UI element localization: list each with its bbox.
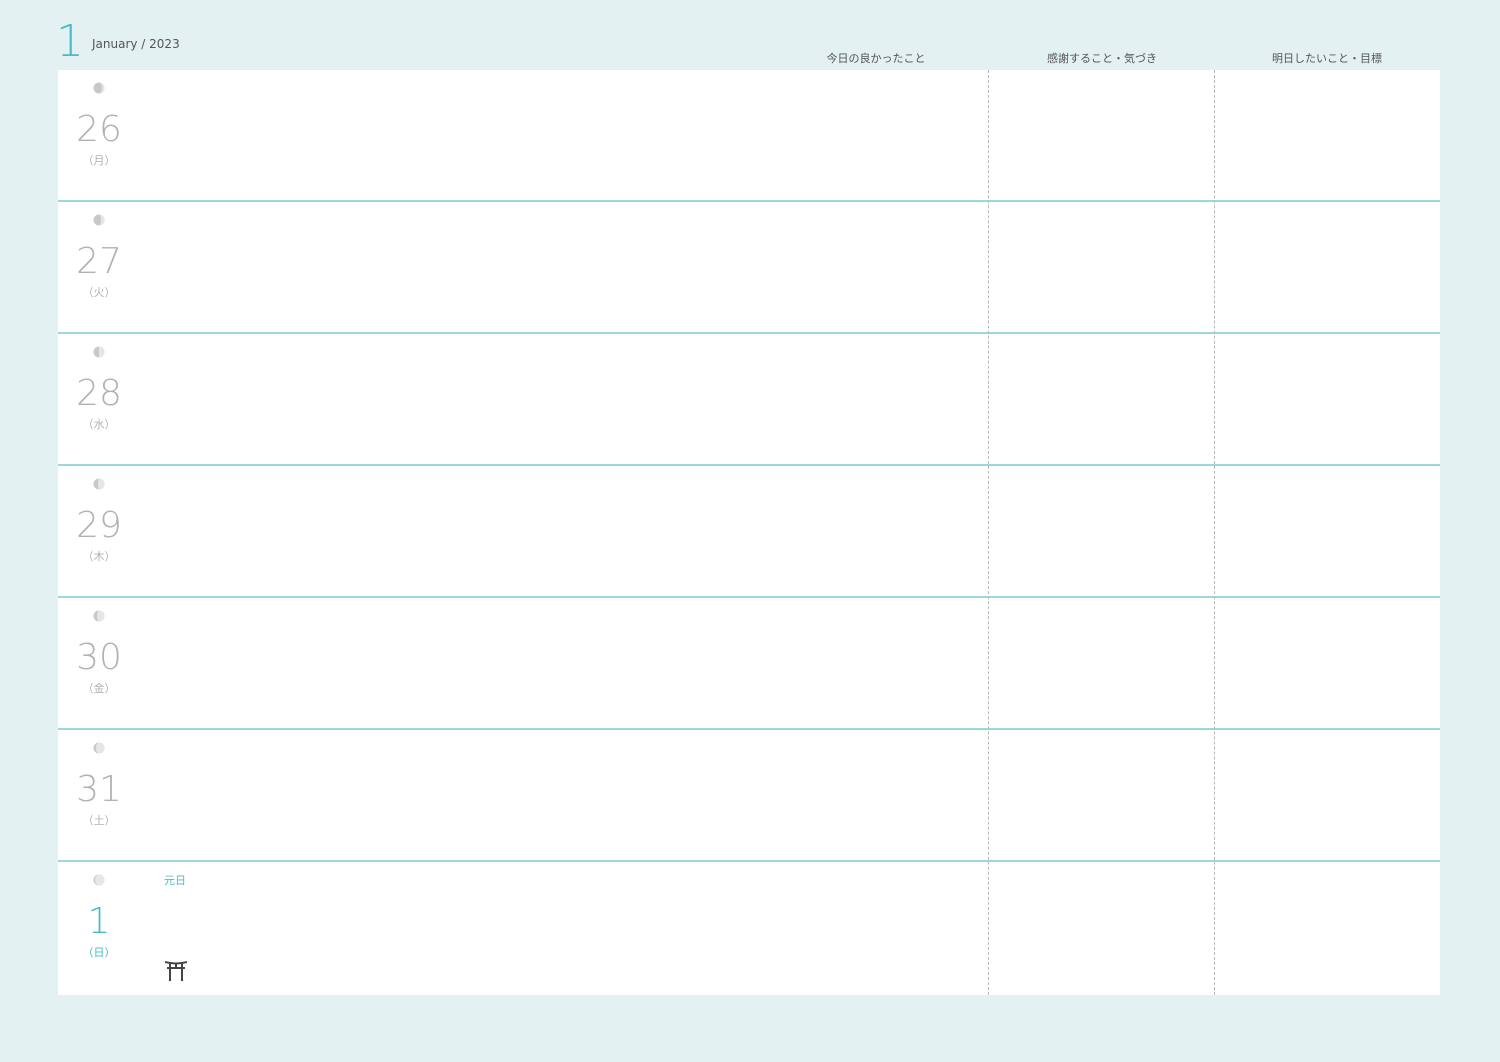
column-divider xyxy=(1214,70,1215,995)
weekday-label: （金） xyxy=(82,682,116,695)
waxing-crescent-icon xyxy=(93,214,105,226)
weekly-diary-sheet: 26 （月） 27 （火） 28 （水） 29 （木） 30 （金） 31 （土… xyxy=(58,70,1440,995)
weekday-label: （土） xyxy=(82,814,116,827)
weekday-label: （月） xyxy=(82,154,116,167)
column-header-tomorrow-goals: 明日したいこと・目標 xyxy=(1272,52,1382,65)
day-row[interactable]: 1 （日） 元日 xyxy=(58,862,1440,995)
month-year-label: January / 2023 xyxy=(92,37,180,51)
day-number: 26 xyxy=(76,109,122,150)
weekday-label: （火） xyxy=(82,286,116,299)
day-number: 1 xyxy=(87,901,111,942)
waxing-crescent-icon xyxy=(93,82,105,94)
day-row[interactable]: 31 （土） xyxy=(58,730,1440,862)
weekday-label: （日） xyxy=(82,946,116,959)
month-number: 1 xyxy=(56,16,84,67)
waxing-gibbous-icon xyxy=(93,742,105,754)
torii-gate-icon xyxy=(165,961,187,981)
day-number: 28 xyxy=(76,373,122,414)
day-row[interactable]: 27 （火） xyxy=(58,202,1440,334)
column-header-gratitude: 感謝すること・気づき xyxy=(1047,52,1157,65)
day-number: 30 xyxy=(76,637,122,678)
day-row[interactable]: 29 （木） xyxy=(58,466,1440,598)
waxing-gibbous-icon xyxy=(93,874,105,886)
weekday-label: （木） xyxy=(82,550,116,563)
day-number: 31 xyxy=(76,769,122,810)
holiday-label: 元日 xyxy=(164,874,186,887)
column-header-good-things: 今日の良かったこと xyxy=(826,52,926,65)
first-quarter-moon-icon xyxy=(93,346,105,358)
day-row[interactable]: 26 （月） xyxy=(58,70,1440,202)
day-row[interactable]: 30 （金） xyxy=(58,598,1440,730)
waxing-gibbous-icon xyxy=(93,610,105,622)
column-divider xyxy=(988,70,989,995)
weekday-label: （水） xyxy=(82,418,116,431)
day-number: 27 xyxy=(76,241,122,282)
first-quarter-moon-icon xyxy=(93,478,105,490)
day-number: 29 xyxy=(76,505,122,546)
day-row[interactable]: 28 （水） xyxy=(58,334,1440,466)
